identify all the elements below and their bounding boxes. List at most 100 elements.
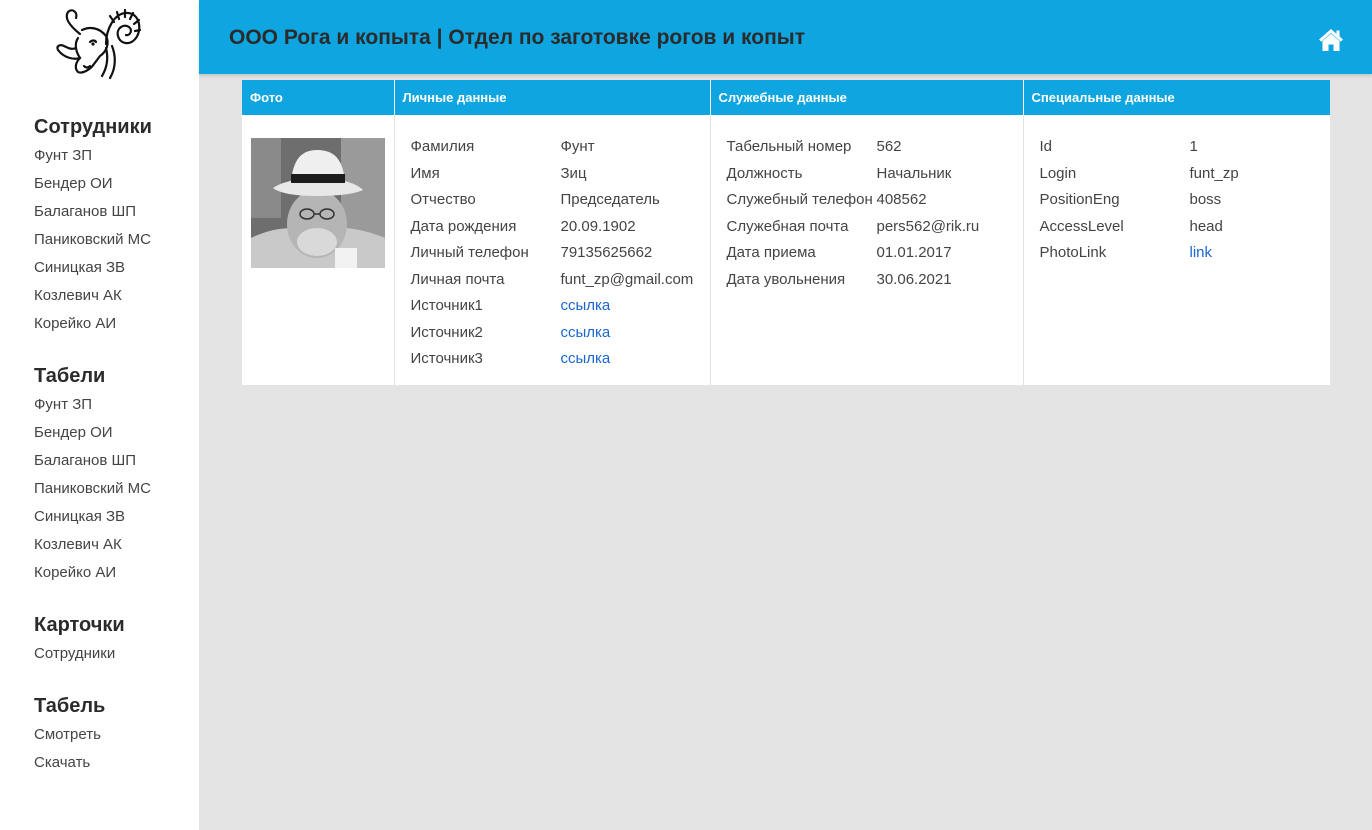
personal-row-source3: Источник3 ссылка: [411, 349, 710, 376]
nav-heading-timesheet: Табель: [34, 695, 106, 717]
field-value: 79135625662: [560, 244, 653, 261]
column-header-personal: Личные данные: [393, 80, 710, 115]
personal-row-source1: Источник1 ссылка: [411, 296, 710, 323]
column-header-special: Специальные данные: [1022, 80, 1330, 115]
employee-card: Фото Личные данные Служебные данные Спец…: [242, 80, 1330, 385]
nav-item-timesheet-balaganov[interactable]: Балаганов ШП: [34, 447, 194, 475]
nav-item-timesheet-download[interactable]: Скачать: [34, 749, 194, 777]
special-row-position-eng: PositionEng boss: [1040, 190, 1331, 217]
field-label: Должность: [726, 164, 803, 182]
field-label: Login: [1039, 164, 1077, 182]
nav-item-timesheet-view[interactable]: Смотреть: [34, 721, 194, 749]
field-value: 20.09.1902: [560, 217, 636, 235]
top-header: ООО Рога и копыта | Отдел по заготовке р…: [199, 0, 1372, 74]
personal-data-list: Фамилия Фунт Имя Зиц Отчество Председатель …: [411, 137, 710, 376]
nav-item-employee-funt[interactable]: Фунт ЗП: [34, 142, 194, 170]
employee-photo: [251, 138, 385, 268]
nav-heading-cards: Карточки: [34, 614, 125, 636]
personal-row-surname: Фамилия Фунт: [411, 137, 710, 164]
nav-item-timesheet-funt[interactable]: Фунт ЗП: [34, 391, 194, 419]
table-header-row: Фото Личные данные Служебные данные Спец…: [242, 80, 1330, 115]
service-row-dismissal-date: Дата увольнения 30.06.2021: [727, 270, 1023, 297]
nav-item-cards-employees[interactable]: Сотрудники: [34, 640, 194, 668]
field-label: Источник2: [410, 323, 483, 341]
field-value: head: [1189, 217, 1223, 235]
special-row-login: Login funt_zp: [1040, 164, 1331, 191]
nav-item-employee-panikovsky[interactable]: Паниковский МС: [34, 226, 194, 254]
personal-row-phone: Личный телефон 79135625662: [411, 243, 710, 270]
service-row-hire-date: Дата приема 01.01.2017: [727, 243, 1023, 270]
special-row-photo-link: PhotoLink link: [1040, 243, 1331, 270]
sidebar: Сотрудники Фунт ЗП Бендер ОИ Балаганов Ш…: [0, 0, 199, 830]
nav-item-employee-kozlevich[interactable]: Козлевич АК: [34, 282, 194, 310]
field-label: Источник3: [410, 350, 483, 367]
field-label: Служебная почта: [726, 217, 849, 235]
nav-item-employee-sinitskaya[interactable]: Синицкая ЗВ: [34, 254, 194, 282]
service-data-cell: Табельный номер 562 Должность Начальник Сл…: [709, 115, 1023, 385]
page-title: ООО Рога и копыта | Отдел по заготовке р…: [229, 26, 806, 49]
personal-row-email: Личная почта funt_zp@gmail.com: [411, 270, 710, 297]
column-header-service: Служебные данные: [709, 80, 1023, 115]
service-data-list: Табельный номер 562 Должность Начальник Сл…: [727, 137, 1023, 296]
field-value: pers562@rik.ru: [876, 217, 980, 235]
field-label: Дата рождения: [410, 217, 517, 235]
field-label: Личный телефон: [410, 244, 529, 261]
nav-item-timesheet-koreiko[interactable]: Корейко АИ: [34, 559, 194, 587]
field-label: PhotoLink: [1039, 244, 1107, 261]
field-label: Табельный номер: [726, 138, 852, 155]
field-label: Дата увольнения: [726, 270, 846, 288]
field-value: funt_zp: [1189, 164, 1239, 182]
nav-item-timesheet-bender[interactable]: Бендер ОИ: [34, 419, 194, 447]
employee-table: Фото Личные данные Служебные данные Спец…: [242, 80, 1330, 385]
personal-row-birthdate: Дата рождения 20.09.1902: [411, 217, 710, 244]
nav-item-employee-balaganov[interactable]: Балаганов ШП: [34, 198, 194, 226]
source3-link[interactable]: ссылка: [561, 349, 611, 369]
field-label: AccessLevel: [1039, 217, 1124, 235]
field-value: 562: [876, 138, 902, 155]
nav-item-timesheet-sinitskaya[interactable]: Синицкая ЗВ: [34, 503, 194, 531]
service-row-position: Должность Начальник: [727, 164, 1023, 191]
nav-item-employee-koreiko[interactable]: Корейко АИ: [34, 310, 194, 338]
special-row-access-level: AccessLevel head: [1040, 217, 1331, 244]
table-row: Фамилия Фунт Имя Зиц Отчество Председатель …: [242, 115, 1330, 385]
field-label: Отчество: [410, 191, 476, 208]
service-row-tab-number: Табельный номер 562: [727, 137, 1023, 164]
sidebar-nav: Сотрудники Фунт ЗП Бендер ОИ Балаганов Ш…: [34, 112, 194, 800]
nav-item-employee-bender[interactable]: Бендер ОИ: [34, 170, 194, 198]
special-row-id: Id 1: [1040, 137, 1331, 164]
personal-row-source2: Источник2 ссылка: [411, 323, 710, 350]
field-value: 30.06.2021: [876, 270, 952, 288]
photo-cell: [242, 115, 394, 385]
service-row-email: Служебная почта pers562@rik.ru: [727, 217, 1023, 244]
nav-item-timesheet-panikovsky[interactable]: Паниковский МС: [34, 475, 194, 503]
field-value: 408562: [876, 191, 927, 208]
nav-section-employees: Сотрудники Фунт ЗП Бендер ОИ Балаганов Ш…: [34, 112, 194, 338]
source1-link[interactable]: ссылка: [561, 296, 611, 316]
nav-section-timesheet: Табель Смотреть Скачать: [34, 691, 194, 777]
photo-link[interactable]: link: [1190, 243, 1213, 263]
field-label: Источник1: [410, 297, 483, 314]
column-header-photo: Фото: [242, 80, 394, 115]
nav-item-timesheet-kozlevich[interactable]: Козлевич АК: [34, 531, 194, 559]
personal-row-patronymic: Отчество Председатель: [411, 190, 710, 217]
field-value: boss: [1189, 191, 1222, 208]
nav-section-cards: Карточки Сотрудники: [34, 610, 194, 668]
service-row-phone: Служебный телефон 408562: [727, 190, 1023, 217]
field-label: Служебный телефон: [726, 191, 873, 208]
source2-link[interactable]: ссылка: [561, 323, 611, 343]
personal-row-name: Имя Зиц: [411, 164, 710, 191]
field-label: Имя: [410, 164, 440, 182]
field-value: Председатель: [560, 191, 660, 208]
field-label: Фамилия: [410, 138, 475, 155]
special-data-cell: Id 1 Login funt_zp PositionEng boss AccessL…: [1022, 115, 1331, 385]
home-icon[interactable]: [1318, 28, 1344, 52]
field-value: 01.01.2017: [876, 244, 952, 261]
field-value: 1: [1189, 138, 1198, 155]
field-value: Зиц: [560, 164, 587, 182]
special-data-list: Id 1 Login funt_zp PositionEng boss AccessL…: [1040, 137, 1331, 270]
nav-heading-timesheets: Табели: [34, 365, 106, 387]
field-value: funt_zp@gmail.com: [560, 270, 694, 288]
field-label: Id: [1039, 138, 1053, 155]
ram-logo-icon[interactable]: [50, 4, 142, 80]
field-value: Фунт: [560, 138, 595, 155]
